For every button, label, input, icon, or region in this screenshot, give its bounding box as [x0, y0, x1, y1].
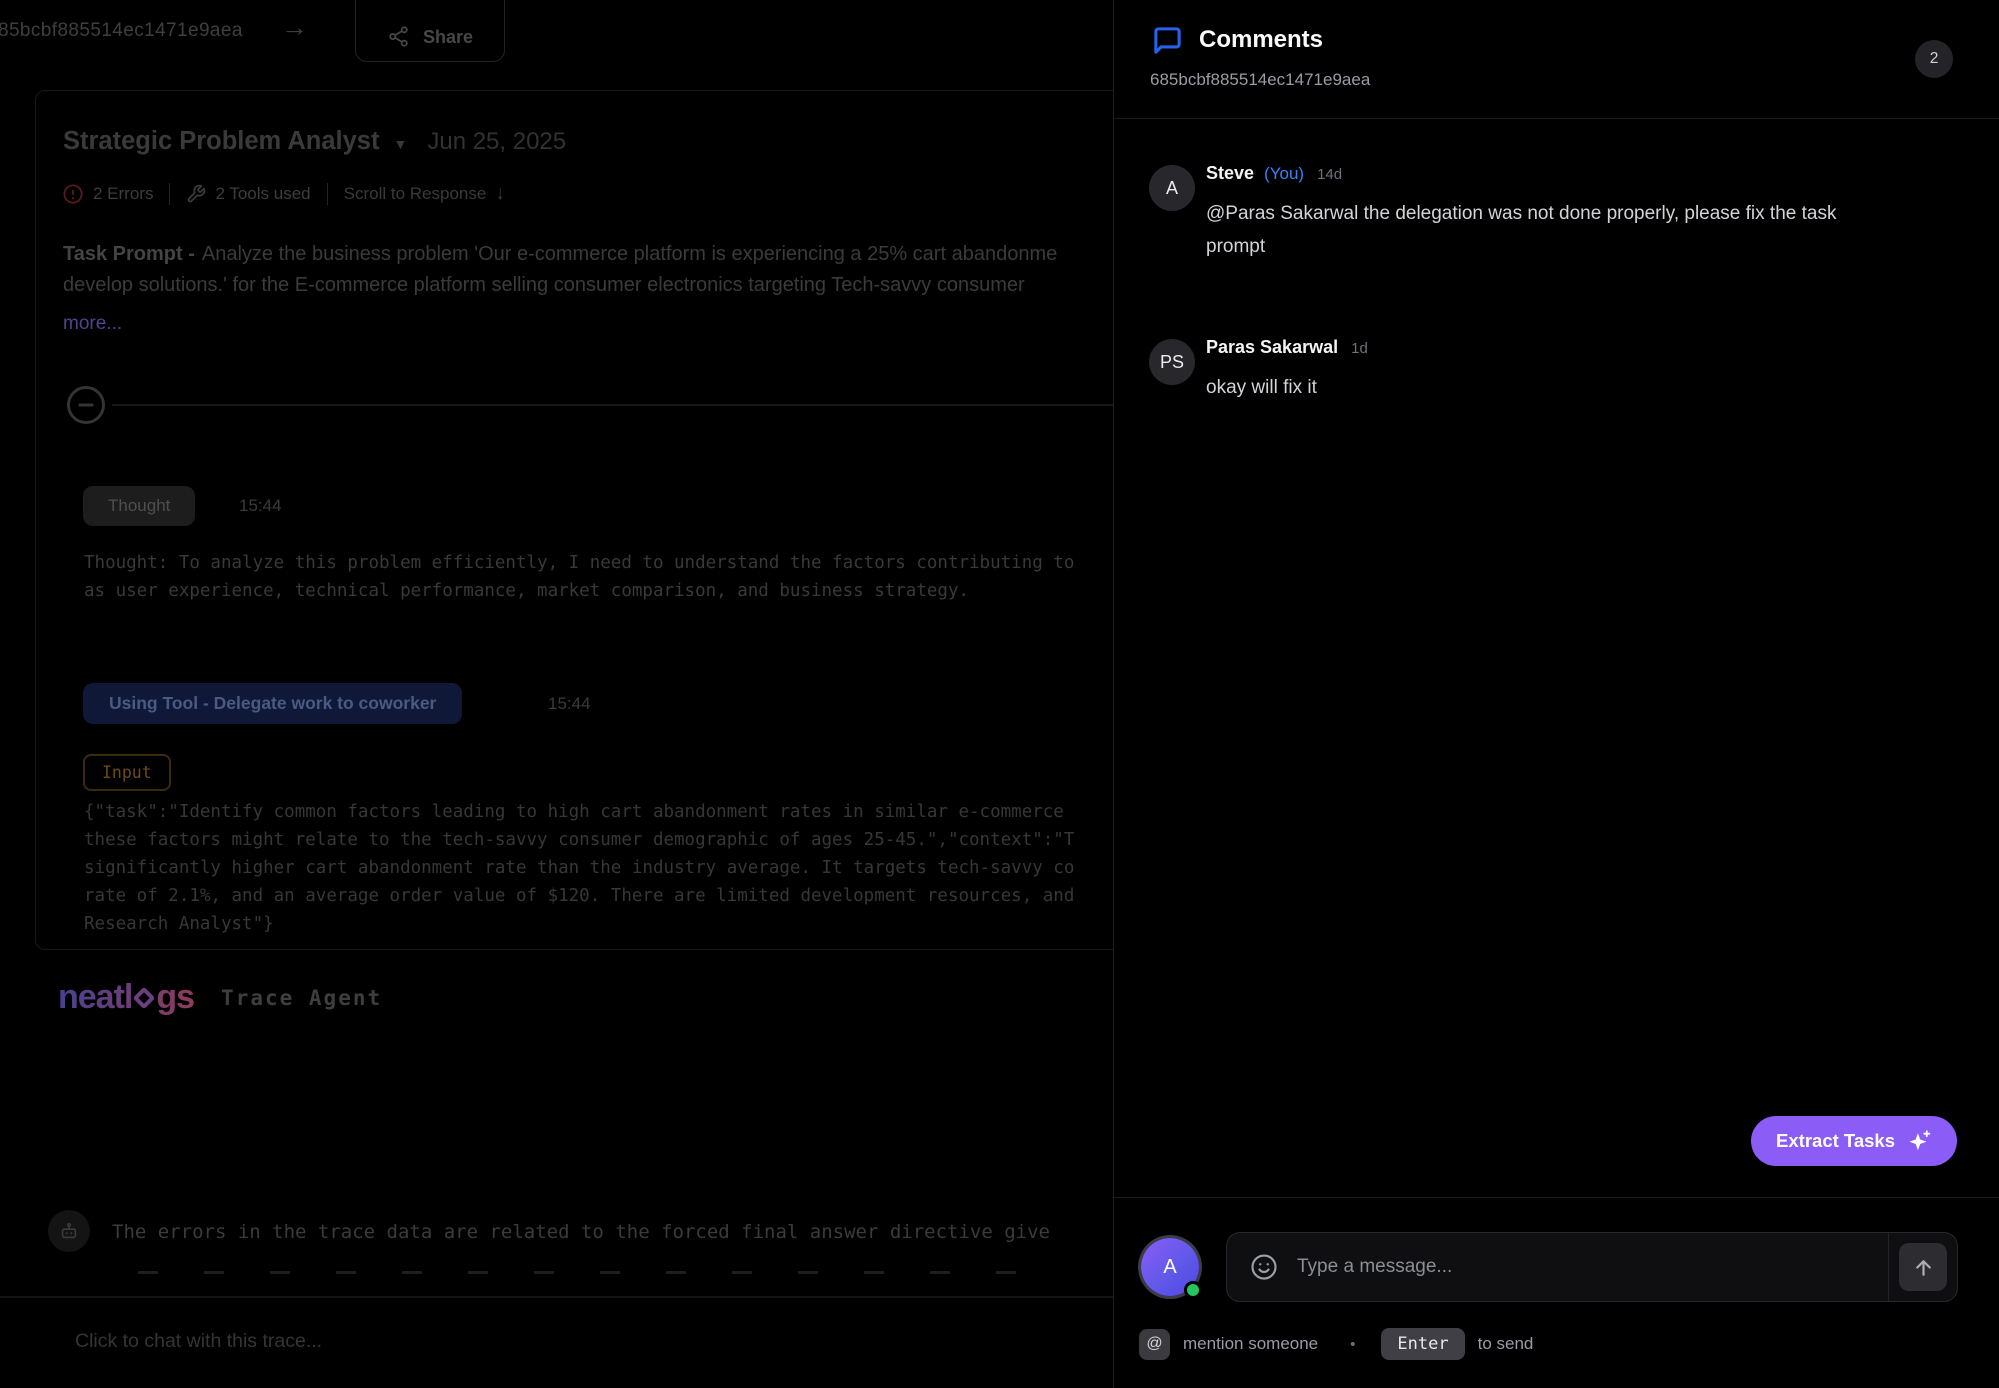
brand-logo-suffix: gs	[156, 978, 194, 1017]
trace-header[interactable]: Strategic Problem Analyst ▼ Jun 25, 2025	[63, 127, 566, 156]
comment-item: A Steve (You) 14d @Paras Sakarwal the de…	[1149, 160, 1959, 263]
tool-input-json: {"task":"Identify common factors leading…	[84, 798, 1074, 938]
thought-timestamp: 15:44	[239, 496, 282, 516]
input-json-line: {"task":"Identify common factors leading…	[84, 798, 1074, 826]
comments-trace-id: 685bcbf885514ec1471e9aea	[1150, 70, 1370, 90]
online-status-dot	[1184, 1281, 1202, 1299]
comments-count-badge: 2	[1915, 40, 1953, 78]
comment-body: Paras Sakarwal 1d okay will fix it	[1149, 334, 1959, 404]
collapse-button[interactable]	[65, 384, 107, 426]
send-hint: to send	[1478, 1334, 1534, 1354]
composer-hints: @ mention someone • Enter to send	[1139, 1328, 1533, 1360]
send-arrow-icon	[1911, 1255, 1936, 1280]
input-badge: Input	[83, 754, 171, 791]
header-divider	[1114, 118, 1999, 119]
brand-logo: neatl gs	[58, 978, 194, 1017]
you-label: (You)	[1264, 164, 1304, 184]
hint-separator-dot: •	[1350, 1336, 1355, 1353]
comments-panel: Comments 2 685bcbf885514ec1471e9aea A St…	[1113, 0, 1999, 1388]
brand-subtitle: Trace Agent	[221, 986, 382, 1010]
trace-summary-text: The errors in the trace data are related…	[112, 1210, 1050, 1247]
task-prompt-line1: Analyze the business problem 'Our e-comm…	[202, 243, 1057, 265]
brand-row: neatl gs Trace Agent	[58, 978, 382, 1017]
comment-item: PS Paras Sakarwal 1d okay will fix it	[1149, 334, 1959, 404]
thought-text-line: as user experience, technical performanc…	[84, 577, 1074, 605]
comment-meta-row: Paras Sakarwal 1d	[1206, 334, 1959, 358]
tools-indicator: 2 Tools used	[186, 184, 310, 204]
input-json-line: these factors might relate to the tech-s…	[84, 826, 1074, 854]
task-prompt-line2: develop solutions.' for the E-commerce p…	[63, 270, 1057, 301]
robot-icon	[48, 1210, 90, 1252]
share-label: Share	[423, 27, 473, 48]
thought-text: Thought: To analyze this problem efficie…	[84, 549, 1074, 605]
input-json-line: rate of 2.1%, and an average order value…	[84, 882, 1074, 910]
tools-icon	[186, 184, 206, 204]
comment-time: 1d	[1351, 340, 1368, 357]
trace-meta-row: 2 Errors 2 Tools used Scroll to Response…	[62, 183, 505, 205]
input-separator	[1888, 1233, 1889, 1301]
mention-hint: mention someone	[1183, 1334, 1318, 1354]
task-prompt-label: Task Prompt -	[63, 243, 195, 265]
message-input-box[interactable]	[1226, 1232, 1958, 1302]
more-link[interactable]: more...	[63, 313, 122, 335]
tool-timestamp: 15:44	[548, 694, 591, 714]
task-prompt: Task Prompt - Analyze the business proble…	[63, 239, 1057, 301]
comment-message: @Paras Sakarwal the delegation was not d…	[1206, 197, 1886, 263]
tool-badge: Using Tool - Delegate work to coworker	[83, 683, 462, 724]
meta-divider	[327, 183, 328, 205]
brand-logo-prefix: neatl	[58, 978, 132, 1017]
extract-tasks-label: Extract Tasks	[1776, 1130, 1895, 1152]
avatar: PS	[1149, 339, 1195, 385]
comment-author: Steve	[1206, 163, 1254, 184]
error-alert-icon	[62, 183, 84, 205]
avatar: A	[1149, 165, 1195, 211]
topbar-trace-id: 85bcbf885514ec1471e9aea	[0, 20, 243, 42]
trace-summary-row: The errors in the trace data are related…	[48, 1210, 1050, 1252]
comment-time: 14d	[1317, 166, 1342, 183]
tools-used-label: 2 Tools used	[215, 184, 310, 204]
scroll-to-response-label: Scroll to Response	[344, 184, 487, 204]
emoji-button[interactable]	[1249, 1252, 1279, 1282]
app-root: 85bcbf885514ec1471e9aea → Share Strategi…	[0, 0, 1999, 1388]
enter-key-badge: Enter	[1381, 1328, 1464, 1360]
errors-count-label: 2 Errors	[93, 184, 153, 204]
forward-arrow-icon[interactable]: →	[281, 12, 308, 43]
comment-body: Steve (You) 14d @Paras Sakarwal the dele…	[1149, 160, 1959, 263]
composer-avatar-initial: A	[1163, 1256, 1176, 1279]
mention-at-badge: @	[1139, 1329, 1170, 1360]
emoji-icon	[1249, 1252, 1279, 1282]
composer-divider	[1114, 1197, 1999, 1198]
chat-with-trace-input[interactable]: Click to chat with this trace...	[75, 1330, 322, 1353]
thought-badge: Thought	[83, 486, 195, 526]
trace-date: Jun 25, 2025	[427, 128, 566, 156]
comment-meta-row: Steve (You) 14d	[1206, 160, 1959, 184]
share-icon	[387, 25, 410, 48]
scroll-down-icon: ↓	[495, 183, 505, 205]
errors-indicator: 2 Errors	[62, 183, 153, 205]
comment-author: Paras Sakarwal	[1206, 337, 1338, 358]
chat-bar-divider	[0, 1296, 1113, 1298]
scroll-to-response[interactable]: Scroll to Response ↓	[344, 183, 505, 205]
comments-icon	[1152, 25, 1183, 61]
brand-logo-diamond	[133, 986, 156, 1009]
thought-text-line: Thought: To analyze this problem efficie…	[84, 549, 1074, 577]
composer-avatar: A	[1141, 1238, 1199, 1296]
comments-title: Comments	[1199, 26, 1323, 54]
share-button[interactable]: Share	[355, 0, 505, 62]
input-json-line: significantly higher cart abandonment ra…	[84, 854, 1074, 882]
trace-title: Strategic Problem Analyst	[63, 127, 379, 156]
send-button[interactable]	[1899, 1243, 1947, 1291]
sparkles-icon	[1907, 1129, 1932, 1154]
title-caret-icon[interactable]: ▼	[393, 132, 407, 152]
message-input[interactable]	[1295, 1255, 1880, 1279]
meta-divider	[169, 183, 170, 205]
minus-circle-icon	[65, 384, 107, 426]
extract-tasks-button[interactable]: Extract Tasks	[1751, 1116, 1957, 1166]
input-json-line: Research Analyst"}	[84, 910, 1074, 938]
comment-message: okay will fix it	[1206, 371, 1886, 404]
clipped-text-line	[138, 1271, 1018, 1274]
